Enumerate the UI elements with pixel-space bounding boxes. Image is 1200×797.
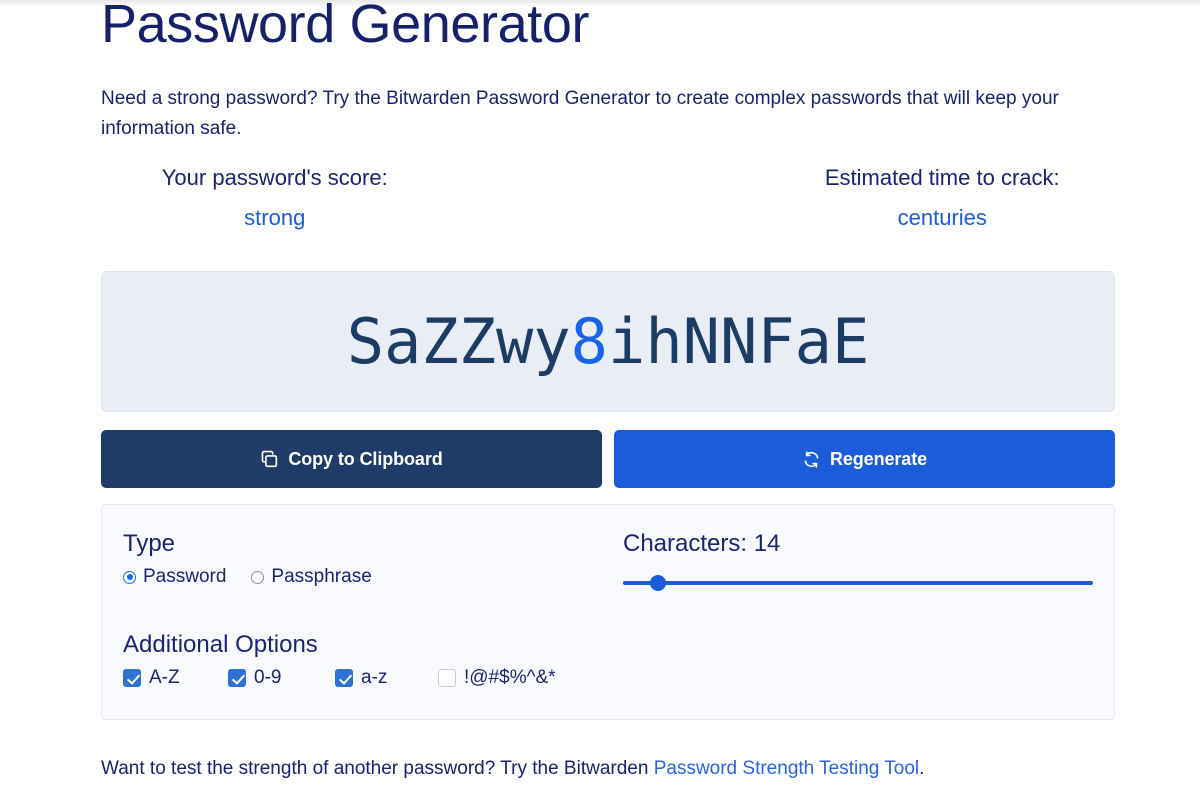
password-generator-page: Password Generator Need a strong passwor… — [0, 0, 1200, 797]
generated-password-box[interactable]: SaZZwy8ihNNFaE — [101, 271, 1115, 412]
page-subtitle: Need a strong password? Try the Bitwarde… — [101, 88, 1059, 139]
password-char: F — [757, 304, 795, 378]
characters-length-slider[interactable] — [623, 575, 1093, 591]
content-container: Password Generator Need a strong passwor… — [101, 0, 1116, 779]
charset-checkbox-3[interactable]: !@#$%^&* — [438, 666, 556, 690]
slider-track[interactable] — [623, 581, 1093, 585]
character-set-checkbox-row: A-Z 0-9 a-z !@#$%^&* — [123, 666, 1083, 690]
copy-icon — [260, 450, 279, 469]
empty-checkbox-icon[interactable] — [438, 669, 456, 687]
password-char: E — [831, 304, 870, 378]
type-heading: Type — [123, 530, 176, 557]
length-option-group: Characters: 14 — [623, 529, 1093, 591]
type-radio-label: Passphrase — [271, 566, 372, 587]
password-char: a — [794, 304, 832, 378]
generated-password-text: SaZZwy8ihNNFaE — [347, 310, 870, 373]
footer-note: Want to test the strength of another pas… — [101, 755, 1115, 783]
charset-checkbox-label: a-z — [361, 667, 388, 688]
password-char: 8 — [570, 304, 608, 378]
password-meta-row: Your password's score: strong Estimated … — [101, 163, 1116, 233]
score-label: Your password's score: — [161, 165, 388, 190]
regenerate-button[interactable]: Regenerate — [614, 430, 1115, 488]
password-char: S — [346, 304, 385, 378]
password-char: h — [645, 304, 683, 378]
radio-indicator-icon[interactable] — [123, 570, 136, 584]
password-char: a — [384, 304, 422, 378]
radio-indicator-icon[interactable] — [251, 570, 265, 584]
footer-text-before: Want to test the strength of another pas… — [101, 758, 654, 779]
type-radio-label: Password — [143, 566, 227, 587]
slider-thumb[interactable] — [649, 575, 666, 591]
crack-time-label: Estimated time to crack: — [824, 165, 1060, 190]
type-option-group: Type Password Passphrase — [123, 529, 603, 589]
charset-checkbox-1[interactable]: 0-9 — [228, 666, 335, 690]
additional-options-group: Additional Options A-Z 0-9 a-z !@#$%^&* — [123, 630, 1083, 690]
score-column: Your password's score: strong — [101, 163, 609, 233]
crack-time-column: Estimated time to crack: centuries — [609, 163, 1117, 233]
password-char: N — [682, 304, 720, 378]
characters-length-label: Characters: 14 — [623, 530, 781, 557]
password-char: N — [719, 304, 758, 378]
checkmark-icon[interactable] — [228, 669, 246, 687]
password-char: i — [608, 304, 646, 378]
password-char: Z — [458, 304, 497, 378]
score-value: strong — [244, 205, 306, 230]
charset-checkbox-0[interactable]: A-Z — [123, 666, 228, 690]
refresh-icon — [802, 450, 821, 469]
page-title: Password Generator — [101, 0, 590, 54]
charset-checkbox-2[interactable]: a-z — [335, 666, 438, 690]
password-char: Z — [421, 304, 459, 378]
charset-checkbox-label: A-Z — [149, 667, 180, 688]
type-radio-password[interactable]: Password — [123, 565, 226, 589]
footer-text-after: . — [919, 758, 925, 779]
charset-checkbox-label: !@#$%^&* — [464, 667, 556, 688]
generator-options-panel: Type Password Passphrase Characters: 14 A… — [101, 504, 1115, 720]
regenerate-button-label: Regenerate — [829, 448, 928, 469]
checkmark-icon[interactable] — [335, 669, 353, 687]
password-char: w — [496, 304, 534, 378]
action-button-row: Copy to Clipboard Regenerate — [101, 430, 1115, 488]
password-char: y — [533, 304, 571, 378]
crack-time-value: centuries — [897, 205, 987, 230]
type-radio-passphrase[interactable]: Passphrase — [251, 565, 372, 589]
copy-to-clipboard-button[interactable]: Copy to Clipboard — [101, 430, 602, 488]
additional-options-heading: Additional Options — [123, 631, 318, 658]
password-strength-testing-tool-link[interactable]: Password Strength Testing Tool — [654, 758, 919, 779]
checkmark-icon[interactable] — [123, 669, 141, 687]
charset-checkbox-label: 0-9 — [254, 667, 282, 688]
copy-button-label: Copy to Clipboard — [288, 448, 443, 469]
type-radio-row: Password Passphrase — [123, 565, 603, 589]
